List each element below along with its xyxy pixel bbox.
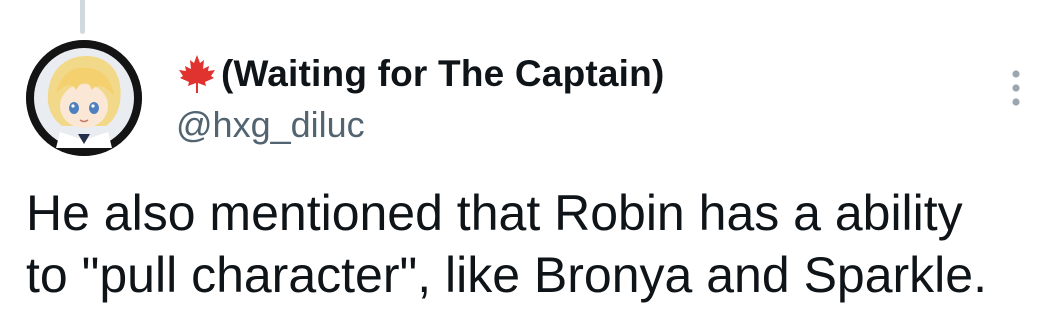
tweet-text: He also mentioned that Robin has a abili… <box>26 182 1031 306</box>
maple-leaf-icon <box>179 55 215 93</box>
author-handle[interactable]: @hxg_diluc <box>176 104 365 146</box>
author-name-row[interactable]: (Waiting for The Captain) <box>175 52 664 96</box>
more-vertical-icon[interactable] <box>1004 68 1028 108</box>
author-display-name[interactable]: (Waiting for The Captain) <box>221 53 664 95</box>
tweet-text-line-1: He also mentioned that Robin has a abili… <box>26 185 963 241</box>
tweet-text-line-2: to "pull character", like Bronya and Spa… <box>26 247 987 303</box>
avatar[interactable] <box>26 40 142 156</box>
thread-connector-line <box>80 0 85 34</box>
